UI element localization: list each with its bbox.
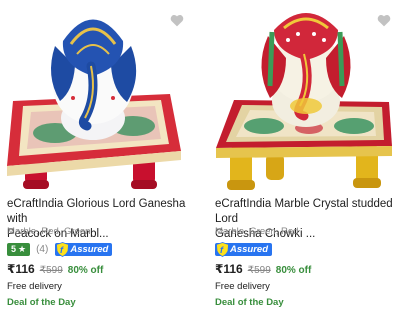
rating-badge: 5 ★ bbox=[7, 242, 31, 256]
star-icon: ★ bbox=[18, 243, 27, 254]
selling-price: ₹116 bbox=[7, 262, 35, 276]
assured-label: Assured bbox=[230, 243, 269, 255]
product-image[interactable] bbox=[214, 6, 394, 192]
product-card[interactable]: eCraftIndia Marble Crystal studded Lord … bbox=[200, 0, 400, 328]
rating-row: 5 ★ (4) f Assured bbox=[7, 241, 113, 257]
product-card[interactable]: eCraftIndia Glorious Lord Ganesha with P… bbox=[0, 0, 200, 328]
assured-shield-icon: f bbox=[56, 241, 70, 257]
delivery-info: Free delivery bbox=[215, 281, 270, 292]
rating-count: (4) bbox=[36, 243, 49, 255]
deal-label: Deal of the Day bbox=[7, 297, 76, 308]
product-colors: Marble, Green, Red bbox=[215, 226, 299, 237]
original-price: ₹599 bbox=[39, 265, 63, 276]
product-title-line[interactable]: eCraftIndia Marble Crystal studded Lord bbox=[215, 197, 400, 227]
product-colors: Marble, Red, Green bbox=[7, 226, 91, 237]
original-price: ₹599 bbox=[247, 265, 271, 276]
assured-label: Assured bbox=[70, 243, 109, 255]
assured-badge: f Assured bbox=[215, 241, 273, 257]
price-row: ₹116 ₹599 80% off bbox=[215, 262, 311, 276]
discount-percent: 80% off bbox=[275, 265, 312, 276]
selling-price: ₹116 bbox=[215, 262, 243, 276]
delivery-info: Free delivery bbox=[7, 281, 62, 292]
product-grid: eCraftIndia Glorious Lord Ganesha with P… bbox=[0, 0, 400, 328]
discount-percent: 80% off bbox=[67, 265, 104, 276]
product-image[interactable] bbox=[5, 6, 185, 192]
price-row: ₹116 ₹599 80% off bbox=[7, 262, 103, 276]
rating-value: 5 bbox=[11, 244, 17, 254]
rating-row: f Assured bbox=[208, 241, 273, 257]
product-title-line[interactable]: eCraftIndia Glorious Lord Ganesha with bbox=[7, 197, 192, 227]
assured-badge: f Assured bbox=[55, 241, 113, 257]
deal-label: Deal of the Day bbox=[215, 297, 284, 308]
assured-shield-icon: f bbox=[216, 241, 229, 257]
